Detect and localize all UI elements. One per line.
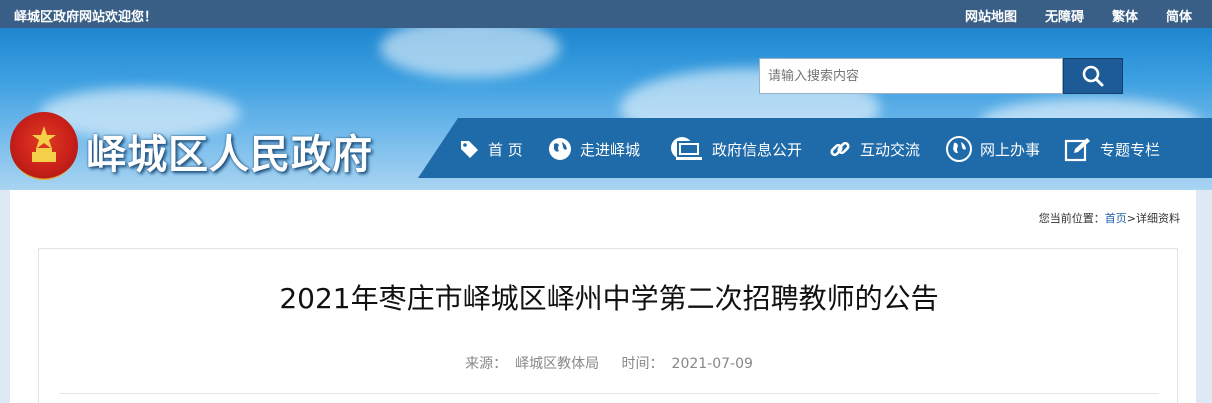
header-banner: 峄城区人民政府 首 页 走进峄城 政府信息公开	[0, 28, 1212, 190]
nav-info-disclosure[interactable]: 政府信息公开	[670, 136, 802, 162]
cloud-decoration	[380, 28, 560, 78]
breadcrumb-current: 详细资料	[1136, 212, 1180, 225]
tag-icon	[461, 141, 478, 158]
breadcrumb-prefix: 您当前位置：	[1038, 212, 1105, 225]
main-content: 您当前位置：首页>详细资料 2021年枣庄市峄城区峄州中学第二次招聘教师的公告 …	[10, 190, 1196, 403]
article-container: 2021年枣庄市峄城区峄州中学第二次招聘教师的公告 来源： 峄城区教体局 时间： 2…	[38, 248, 1178, 403]
article-meta: 来源： 峄城区教体局 时间： 2021-07-09	[39, 353, 1179, 373]
nav-special-topics-label: 专题专栏	[1100, 140, 1161, 159]
divider	[59, 393, 1159, 394]
nav-about[interactable]: 走进峄城	[548, 136, 640, 162]
search-button[interactable]	[1063, 58, 1123, 94]
edit-icon	[1064, 138, 1090, 162]
article-title: 2021年枣庄市峄城区峄州中学第二次招聘教师的公告	[279, 282, 939, 315]
main-nav: 首 页 走进峄城 政府信息公开 互动交流 网上办事 专题专栏	[418, 118, 1212, 178]
nav-home[interactable]: 首 页	[458, 136, 523, 162]
breadcrumb-separator: >	[1126, 212, 1136, 225]
traditional-chinese-link[interactable]: 繁体	[1112, 6, 1138, 25]
time-label: 时间：	[621, 356, 664, 372]
accessibility-link[interactable]: 无障碍	[1045, 6, 1084, 25]
search-input[interactable]	[759, 58, 1063, 94]
welcome-text: 峄城区政府网站欢迎您！	[14, 10, 158, 25]
sitemap-link[interactable]: 网站地图	[965, 6, 1017, 25]
nav-home-label: 首 页	[488, 140, 523, 159]
nav-interaction[interactable]: 互动交流	[828, 136, 920, 162]
national-emblem	[10, 112, 78, 180]
nav-info-disclosure-label: 政府信息公开	[712, 140, 803, 159]
source-label: 来源：	[465, 356, 508, 372]
nav-online-services-label: 网上办事	[980, 140, 1041, 159]
globe-icon	[946, 136, 972, 162]
computer-icon	[671, 137, 702, 160]
globe-icon	[549, 138, 571, 160]
site-title: 峄城区人民政府	[86, 131, 373, 178]
simplified-chinese-link[interactable]: 简体	[1166, 6, 1192, 25]
breadcrumb: 您当前位置：首页>详细资料	[1039, 210, 1180, 226]
link-icon	[830, 141, 850, 157]
time-value: 2021-07-09	[671, 356, 753, 372]
nav-online-services[interactable]: 网上办事	[946, 136, 1040, 162]
nav-interaction-label: 互动交流	[860, 140, 921, 159]
search-icon	[1082, 65, 1104, 87]
top-links: 网站地图 无障碍 繁体 简体	[937, 6, 1192, 25]
nav-special-topics[interactable]: 专题专栏	[1064, 136, 1160, 162]
top-bar: 峄城区政府网站欢迎您！ 网站地图 无障碍 繁体 简体	[0, 0, 1212, 28]
source-value: 峄城区教体局	[515, 356, 600, 372]
breadcrumb-home-link[interactable]: 首页	[1105, 212, 1127, 225]
nav-about-label: 走进峄城	[580, 140, 641, 159]
